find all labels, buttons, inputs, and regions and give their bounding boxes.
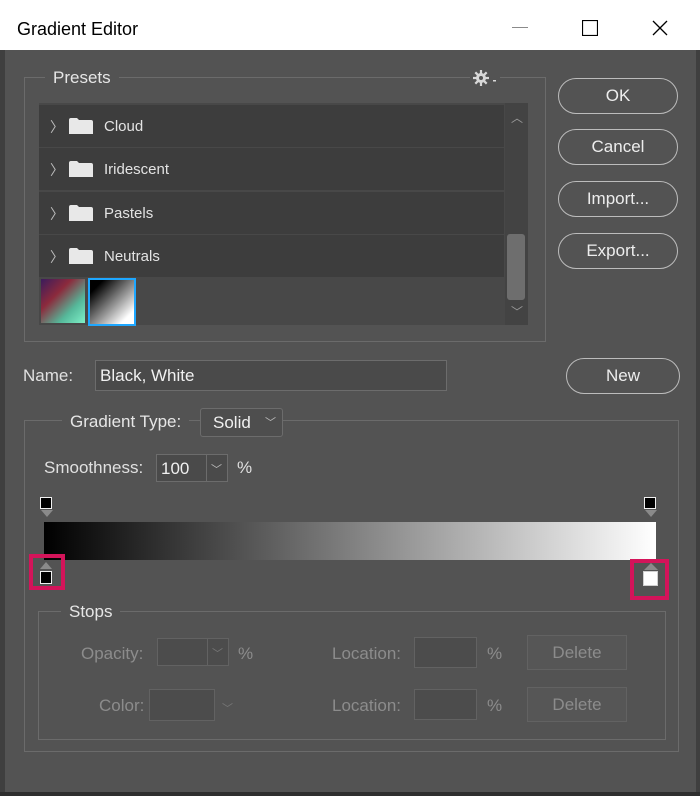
chevron-right-icon[interactable]: 〉 xyxy=(50,247,64,267)
preset-folder-pastels[interactable]: 〉 Pastels xyxy=(39,192,504,234)
stops-legend: Stops xyxy=(61,602,121,622)
folder-icon xyxy=(69,118,93,134)
close-icon xyxy=(652,20,668,36)
opacity-stop-pointer-icon xyxy=(645,510,657,517)
color-stop-white[interactable] xyxy=(643,571,658,586)
folder-label: Iridescent xyxy=(104,161,170,178)
gradient-preview-bar[interactable] xyxy=(44,522,656,560)
preset-folder-cloud[interactable]: 〉 Cloud xyxy=(39,105,504,147)
smoothness-divider xyxy=(206,455,207,481)
import-button[interactable]: Import... xyxy=(558,181,678,217)
gradient-type-value: Solid xyxy=(213,413,251,432)
preset-folder-neutrals[interactable]: 〉 Neutrals xyxy=(39,235,504,277)
location-label-opacity: Location: xyxy=(332,644,401,663)
opacity-divider xyxy=(207,639,208,665)
color-stop-pointer-icon xyxy=(644,563,658,570)
title-bar: Gradient Editor xyxy=(0,0,700,50)
window-edge-left xyxy=(0,50,5,796)
color-stop-pointer-icon xyxy=(40,562,52,569)
chevron-down-icon[interactable]: ﹀ xyxy=(222,700,233,716)
location-unit-color: % xyxy=(487,696,503,715)
scrollbar-thumb[interactable] xyxy=(507,234,525,300)
name-label: Name: xyxy=(23,366,74,385)
smoothness-unit: % xyxy=(237,458,253,477)
presets-list[interactable]: 〉 Cloud 〉 Iridescent 〉 Pastels 〉 Neutral… xyxy=(39,103,528,326)
opacity-stop-left[interactable] xyxy=(40,497,52,509)
folder-label: Pastels xyxy=(104,205,154,222)
presets-menu-button[interactable] xyxy=(470,68,500,88)
opacity-input[interactable]: ﹀ xyxy=(157,638,229,666)
maximize-button[interactable] xyxy=(560,8,620,48)
location-input-opacity[interactable] xyxy=(414,637,477,668)
ok-button[interactable]: OK xyxy=(558,78,678,114)
delete-color-stop-button[interactable]: Delete xyxy=(527,687,627,722)
folder-icon xyxy=(69,248,93,264)
gradient-type-label: Gradient Type: xyxy=(62,412,190,432)
preset-folder-iridescent[interactable]: 〉 Iridescent xyxy=(39,148,504,190)
folder-label: Neutrals xyxy=(104,248,160,265)
chevron-right-icon[interactable]: 〉 xyxy=(50,117,64,137)
folder-icon xyxy=(69,161,93,177)
black-white-swatch[interactable] xyxy=(88,278,136,326)
window-edge-bottom xyxy=(0,792,700,796)
scroll-up-icon[interactable]: ︿ xyxy=(511,109,523,126)
iridescent-swatch[interactable] xyxy=(41,279,85,323)
color-stop-black[interactable] xyxy=(40,571,52,584)
export-button[interactable]: Export... xyxy=(558,233,678,269)
gradient-type-select[interactable]: Solid ﹀ xyxy=(200,408,283,437)
close-button[interactable] xyxy=(630,8,690,48)
window-title: Gradient Editor xyxy=(17,19,139,39)
minimize-button[interactable] xyxy=(490,8,550,48)
smoothness-label: Smoothness: xyxy=(44,458,144,477)
scroll-down-icon[interactable]: ﹀ xyxy=(511,303,523,320)
gear-icon xyxy=(473,70,496,86)
color-label: Color: xyxy=(99,696,145,715)
chevron-down-icon[interactable]: ﹀ xyxy=(212,645,223,661)
color-swatch-input[interactable] xyxy=(149,689,215,721)
window-edge-right xyxy=(696,50,700,796)
chevron-down-icon[interactable]: ﹀ xyxy=(211,461,222,477)
maximize-icon xyxy=(582,20,598,36)
opacity-unit: % xyxy=(238,644,254,663)
location-label-color: Location: xyxy=(332,696,401,715)
smoothness-value: 100 xyxy=(161,459,190,478)
opacity-stop-right[interactable] xyxy=(644,497,656,509)
minimize-icon xyxy=(512,27,528,28)
location-unit-opacity: % xyxy=(487,644,503,663)
new-button[interactable]: New xyxy=(566,358,680,394)
folder-label: Cloud xyxy=(104,118,144,135)
cancel-button[interactable]: Cancel xyxy=(558,129,678,165)
folder-icon xyxy=(69,205,93,221)
location-input-color[interactable] xyxy=(414,689,477,720)
presets-legend: Presets xyxy=(45,68,119,88)
chevron-down-icon: ﹀ xyxy=(265,417,276,429)
opacity-stop-pointer-icon xyxy=(41,510,53,517)
opacity-label: Opacity: xyxy=(81,644,144,663)
opacity-stop-fill xyxy=(43,500,49,506)
smoothness-input[interactable]: 100 ﹀ xyxy=(156,454,228,482)
chevron-right-icon[interactable]: 〉 xyxy=(50,160,64,180)
opacity-stop-fill xyxy=(647,500,653,506)
name-input[interactable]: Black, White xyxy=(95,360,447,391)
chevron-right-icon[interactable]: 〉 xyxy=(50,204,64,224)
delete-opacity-stop-button[interactable]: Delete xyxy=(527,635,627,670)
